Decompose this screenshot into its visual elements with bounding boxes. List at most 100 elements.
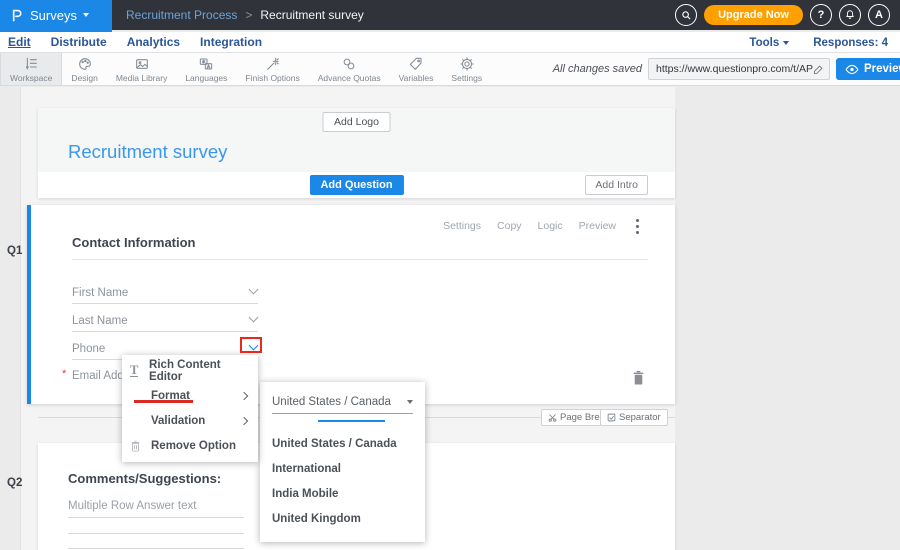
tool-label: Advance Quotas [318, 73, 381, 83]
tool-design[interactable]: Design [62, 53, 106, 85]
search-icon [681, 10, 692, 21]
breadcrumb-current-survey: Recruitment survey [260, 8, 363, 22]
tool-label: Variables [399, 73, 434, 83]
question-title[interactable]: Contact Information [72, 235, 196, 250]
tool-label: Finish Options [245, 73, 299, 83]
tools-dropdown[interactable]: Tools [749, 37, 789, 49]
separator-icon [607, 413, 616, 422]
chevron-down-icon [407, 400, 413, 404]
format-option-us-canada[interactable]: United States / Canada [272, 432, 397, 457]
survey-title[interactable]: Recruitment survey [68, 141, 227, 163]
menu-item-rich-content-editor[interactable]: T Rich Content Editor [122, 358, 258, 383]
field-label: Last Name [72, 315, 128, 327]
product-name: Surveys [30, 8, 77, 23]
chevron-down-icon [83, 13, 89, 17]
tool-label: Media Library [116, 73, 168, 83]
help-button[interactable]: ? [810, 4, 832, 26]
field-first-name[interactable]: First Name [72, 283, 258, 301]
survey-header-card: Add Logo Recruitment survey Add Question… [38, 108, 675, 198]
answer-line [68, 533, 244, 534]
format-select[interactable]: United States / Canada [272, 390, 413, 414]
menu-item-remove-option[interactable]: Remove Option [122, 433, 258, 458]
tabs-right-cluster: Tools Responses: 4 [749, 32, 888, 53]
answer-line [68, 548, 244, 549]
menu-item-format[interactable]: Format [122, 383, 258, 408]
format-option-india-mobile[interactable]: India Mobile [272, 482, 338, 507]
tool-finish-options[interactable]: Finish Options [236, 53, 308, 85]
answer-line [68, 517, 244, 518]
scissors-icon [548, 413, 557, 422]
design-icon [77, 56, 93, 72]
add-logo-button[interactable]: Add Logo [322, 112, 391, 132]
search-button[interactable] [675, 4, 697, 26]
edit-pencil-icon[interactable] [813, 64, 824, 75]
tab-analytics[interactable]: Analytics [127, 35, 180, 49]
chevron-right-icon [240, 416, 248, 424]
kebab-menu-icon[interactable] [636, 217, 639, 235]
tools-label: Tools [749, 37, 779, 49]
chevron-right-icon [240, 391, 248, 399]
questionpro-logo [9, 8, 24, 23]
question-preview-link[interactable]: Preview [579, 220, 616, 232]
responses-link[interactable]: Responses: 4 [813, 37, 888, 49]
autosave-status: All changes saved [553, 63, 642, 75]
survey-logo-area: Add Logo Recruitment survey [38, 108, 675, 172]
brand-accent-line [0, 30, 112, 32]
notifications-button[interactable] [839, 4, 861, 26]
menu-item-label: Remove Option [151, 440, 236, 452]
field-last-name[interactable]: Last Name [72, 311, 258, 329]
tab-integration[interactable]: Integration [200, 35, 262, 49]
section-tabs: Edit Distribute Analytics Integration To… [0, 32, 900, 53]
tab-edit[interactable]: Edit [8, 35, 31, 49]
avatar[interactable]: A [868, 4, 890, 26]
question-title[interactable]: Comments/Suggestions: [68, 471, 221, 486]
preview-button[interactable]: Preview [836, 58, 900, 80]
required-marker: * [62, 368, 66, 380]
question-actions: Settings Copy Logic Preview [443, 217, 639, 235]
tool-media-library[interactable]: Media Library [107, 53, 177, 85]
field-label: First Name [72, 287, 128, 299]
preview-label: Preview [864, 63, 900, 75]
trash-icon [632, 370, 645, 386]
tool-variables[interactable]: Variables [390, 53, 443, 85]
delete-question-button[interactable] [632, 370, 645, 386]
separator-label: Separator [619, 412, 661, 423]
question-logic-link[interactable]: Logic [538, 220, 563, 232]
question-settings-link[interactable]: Settings [443, 220, 481, 232]
tool-workspace[interactable]: Workspace [0, 53, 62, 85]
field-label: Phone [72, 343, 105, 355]
eye-icon [845, 64, 859, 75]
tool-label: Settings [451, 73, 482, 83]
surveys-product-menu[interactable]: Surveys [0, 0, 112, 30]
advance-quotas-icon [341, 56, 357, 72]
upgrade-now-button[interactable]: Upgrade Now [704, 5, 803, 25]
breadcrumb-folder-link[interactable]: Recruitment Process [126, 8, 237, 22]
add-intro-button[interactable]: Add Intro [585, 175, 648, 195]
trash-icon [130, 440, 141, 452]
variables-icon [408, 56, 424, 72]
multirow-answer-input[interactable]: Multiple Row Answer text [68, 500, 196, 512]
format-option-international[interactable]: International [272, 457, 341, 482]
separator-button[interactable]: Separator [600, 409, 668, 426]
add-question-button[interactable]: Add Question [309, 175, 403, 195]
format-option-united-kingdom[interactable]: United Kingdom [272, 507, 361, 532]
question-number-q2: Q2 [7, 477, 22, 489]
tool-settings[interactable]: Settings [442, 53, 491, 85]
annotation-box-phone-chevron [240, 337, 262, 353]
finish-options-icon [265, 56, 281, 72]
workspace-icon [23, 56, 39, 72]
tab-distribute[interactable]: Distribute [51, 35, 107, 49]
survey-url-box [648, 58, 830, 80]
annotation-underline-format [134, 400, 193, 403]
top-navbar: Surveys Recruitment Process > Recruitmen… [0, 0, 900, 30]
question-title-underline [72, 259, 648, 260]
question-copy-link[interactable]: Copy [497, 220, 522, 232]
editor-ribbon: Workspace Design Media Library Languages… [0, 53, 900, 86]
chevron-down-icon [783, 41, 789, 45]
tool-languages[interactable]: Languages [176, 53, 236, 85]
survey-canvas: Add Logo Recruitment survey Add Question… [0, 87, 900, 550]
survey-url-input[interactable] [656, 63, 813, 75]
menu-item-validation[interactable]: Validation [122, 408, 258, 433]
tool-advance-quotas[interactable]: Advance Quotas [309, 53, 390, 85]
settings-icon [459, 56, 475, 72]
